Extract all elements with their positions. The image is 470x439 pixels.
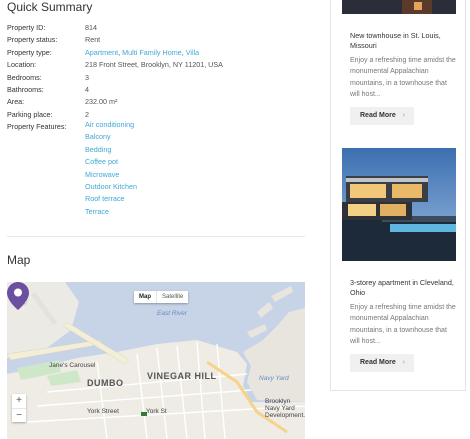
map-label-east-river: East River xyxy=(157,310,187,317)
feature-link[interactable]: Outdoor Kitchen xyxy=(85,181,137,193)
card-title[interactable]: 3-storey apartment in Cleveland, Ohio xyxy=(350,278,460,298)
prop-value: 3 xyxy=(85,72,89,82)
pier-shape xyxy=(271,286,293,302)
property-id-row: Property ID: 814 xyxy=(7,22,305,34)
map-canvas[interactable] xyxy=(7,282,305,439)
map-widget[interactable]: Map Satellite East River Jane's Carousel… xyxy=(7,282,305,439)
feature-link[interactable]: Coffee pot xyxy=(85,156,137,168)
prop-value: 814 xyxy=(85,23,97,32)
read-more-button[interactable]: Read More › xyxy=(350,354,414,372)
type-link-multi-family-home[interactable]: Multi Family Home xyxy=(122,48,182,57)
prop-label: Parking place: xyxy=(7,109,53,119)
map-label-brooklyn-navy-yard: Brooklyn Navy Yard Development... xyxy=(265,398,305,419)
feature-link[interactable]: Roof terrace xyxy=(85,193,137,205)
prop-label: Bathrooms: xyxy=(7,84,44,94)
read-more-button[interactable]: Read More › xyxy=(350,107,414,125)
map-label-vinegar-hill: VINEGAR HILL xyxy=(147,371,217,381)
map-type-map-button[interactable]: Map xyxy=(134,291,156,303)
map-label-jane-carousel: Jane's Carousel xyxy=(49,362,96,369)
features-row: Property Features: xyxy=(7,121,305,133)
feature-link[interactable]: Microwave xyxy=(85,169,137,181)
location-row: Location: 218 Front Street, Brooklyn, NY… xyxy=(7,59,305,71)
area-row: Area: 232.00 m² xyxy=(7,96,305,108)
map-type-satellite-button[interactable]: Satellite xyxy=(156,291,188,303)
prop-label: Location: xyxy=(7,60,37,70)
feature-link[interactable]: Balcony xyxy=(85,131,137,143)
type-link-villa[interactable]: Villa xyxy=(186,48,199,57)
property-image-townhouse[interactable] xyxy=(342,0,456,14)
card-description: Enjoy a refreshing time amidst the monum… xyxy=(350,304,456,345)
prop-label: Property type: xyxy=(7,47,52,57)
prop-label: Property ID: xyxy=(7,23,46,32)
prop-value: 232.00 m² xyxy=(85,97,118,107)
pier-shape xyxy=(257,302,273,318)
zoom-controls: + − xyxy=(12,394,26,422)
property-type-row: Property type: Apartment, Multi Family H… xyxy=(7,47,305,59)
map-label-york-st: York St xyxy=(146,408,167,415)
map-label-york-street: York Street xyxy=(87,408,119,415)
prop-label: Area: xyxy=(7,97,25,107)
navy-yard-land xyxy=(243,308,305,402)
prop-value: 218 Front Street, Brooklyn, NY 11201, US… xyxy=(85,60,223,70)
type-link-apartment[interactable]: Apartment xyxy=(85,48,118,57)
read-more-label: Read More xyxy=(360,112,396,119)
quick-summary-title: Quick Summary xyxy=(7,0,93,14)
chevron-right-icon: › xyxy=(402,359,405,366)
parking-row: Parking place: 2 xyxy=(7,109,305,121)
feature-link[interactable]: Bedding xyxy=(85,144,137,156)
card-description: Enjoy a refreshing time amidst the monum… xyxy=(350,57,456,98)
property-details: Property ID: 814 Property status: Rent P… xyxy=(7,22,305,134)
bathrooms-row: Bathrooms: 4 xyxy=(7,84,305,96)
feature-link[interactable]: Air conditioning xyxy=(85,119,137,131)
related-properties-sidebar: New townhouse in St. Louis, Missouri Enj… xyxy=(330,0,466,391)
card-title[interactable]: New townhouse in St. Louis, Missouri xyxy=(350,31,460,51)
section-divider xyxy=(7,236,305,237)
prop-value: Rent xyxy=(85,35,101,45)
property-status-row: Property status: Rent xyxy=(7,34,305,46)
feature-link[interactable]: Terrace xyxy=(85,206,137,218)
zoom-out-button[interactable]: − xyxy=(12,408,26,422)
prop-label: Property Features: xyxy=(7,122,67,132)
chevron-right-icon: › xyxy=(402,112,405,119)
map-label-dumbo: DUMBO xyxy=(87,378,124,388)
map-title: Map xyxy=(7,253,31,267)
zoom-in-button[interactable]: + xyxy=(12,394,26,408)
bedrooms-row: Bedrooms: 3 xyxy=(7,72,305,84)
map-label-navy-yard: Navy Yard xyxy=(259,375,289,382)
prop-value: Apartment, Multi Family Home, Villa xyxy=(85,47,200,57)
map-type-toggle: Map Satellite xyxy=(134,291,189,303)
location-pin-icon[interactable] xyxy=(7,282,29,310)
prop-label: Bedrooms: xyxy=(7,72,42,82)
prop-label: Property status: xyxy=(7,35,58,45)
prop-value: 4 xyxy=(85,84,89,94)
read-more-label: Read More xyxy=(360,359,396,366)
property-image-apartment[interactable] xyxy=(342,148,456,261)
features-list: Air conditioning Balcony Bedding Coffee … xyxy=(85,119,137,218)
pier-shape xyxy=(247,324,267,338)
